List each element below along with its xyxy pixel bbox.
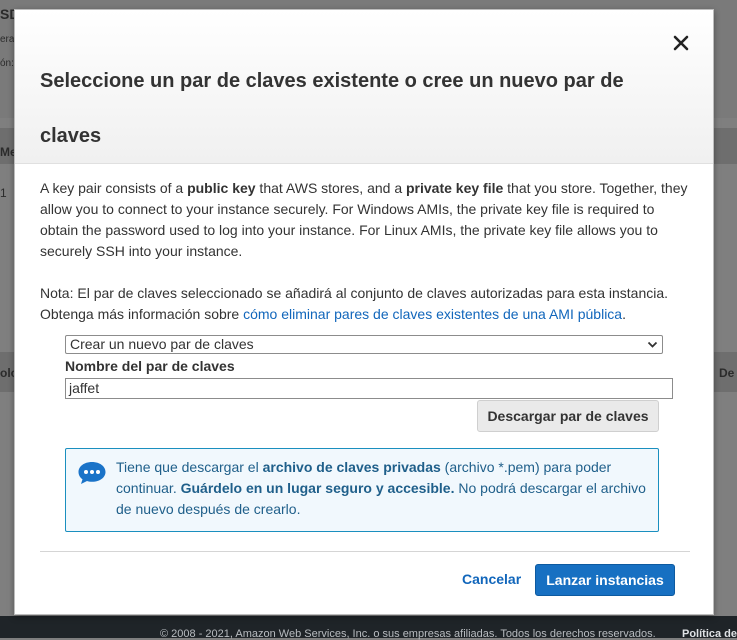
note-end: .	[622, 306, 626, 322]
key-pair-option-select[interactable]: Crear un nuevo par de claves	[65, 335, 663, 354]
key-pair-dialog: Seleccione un par de claves existente o …	[14, 9, 714, 615]
description-bold: public key	[187, 180, 256, 196]
background-fragment: 1	[0, 186, 7, 200]
footer-divider	[40, 551, 690, 552]
dialog-title: Seleccione un par de claves existente o …	[40, 70, 624, 147]
chevron-down-icon	[647, 336, 658, 355]
info-bold: archivo de claves privadas	[262, 459, 441, 475]
footer-policy-link[interactable]: Política de	[682, 628, 737, 640]
dialog-header: Seleccione un par de claves existente o …	[15, 10, 713, 164]
description-bold: private key file	[406, 180, 504, 196]
info-message: Tiene que descargar el archivo de claves…	[116, 457, 651, 520]
launch-instances-button[interactable]: Lanzar instancias	[535, 564, 675, 596]
background-fragment: ón:	[0, 58, 14, 69]
key-pair-name-input[interactable]: jaffet	[65, 378, 673, 399]
download-key-pair-button[interactable]: Descargar par de claves	[477, 400, 659, 432]
key-pair-description: A key pair consists of a public key that…	[40, 178, 695, 262]
chat-bubble-icon	[77, 460, 107, 486]
note-text: Nota: El par de claves seleccionado se a…	[40, 283, 695, 325]
background-fragment: De	[719, 366, 735, 380]
info-alert: Tiene que descargar el archivo de claves…	[65, 448, 659, 532]
remove-key-pairs-link[interactable]: cómo eliminar pares de claves existentes…	[243, 306, 622, 322]
footer-copyright: © 2008 - 2021, Amazon Web Services, Inc.…	[160, 628, 656, 640]
select-value: Crear un nuevo par de claves	[70, 336, 254, 352]
info-bold: Guárdelo en un lugar seguro y accesible.	[180, 480, 455, 496]
key-pair-name-label: Nombre del par de claves	[65, 358, 235, 374]
cancel-button[interactable]: Cancelar	[462, 571, 521, 587]
info-text: Tiene que descargar el	[116, 459, 263, 475]
description-text: A key pair consists of a	[40, 180, 188, 196]
background-fragment: era	[0, 34, 15, 45]
page-footer: © 2008 - 2021, Amazon Web Services, Inc.…	[0, 616, 737, 640]
close-icon[interactable]	[671, 31, 691, 55]
description-text: that AWS stores, and a	[255, 180, 406, 196]
